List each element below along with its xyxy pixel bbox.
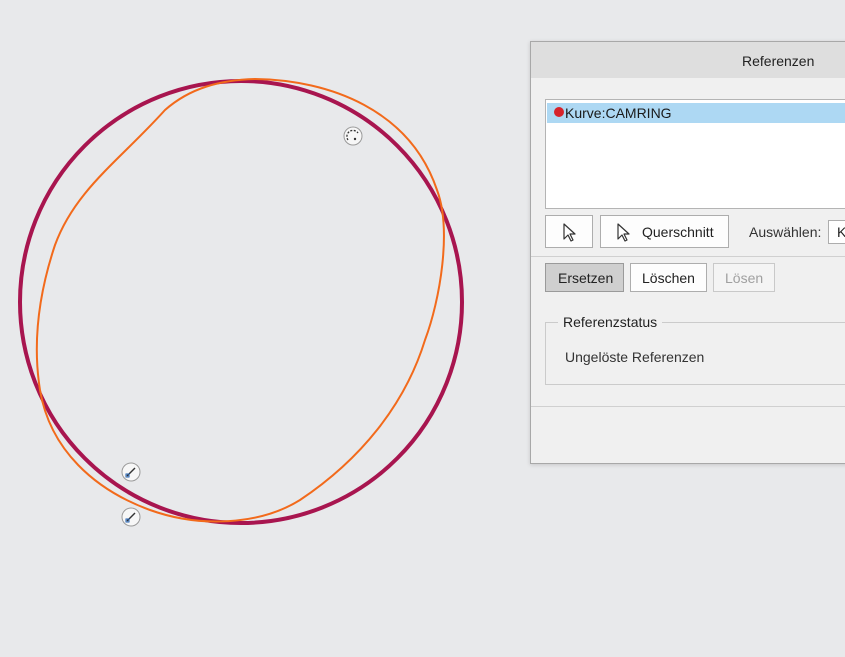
- dialog-title: Referenzen: [742, 53, 815, 69]
- reference-status-title: Referenzstatus: [558, 314, 663, 330]
- reference-status-text: Ungelöste Referenzen: [565, 349, 705, 365]
- reference-list[interactable]: Kurve:CAMRING: [545, 99, 845, 209]
- divider: [531, 406, 845, 407]
- divider: [531, 256, 845, 257]
- dimension-arc-icon[interactable]: [343, 126, 363, 146]
- handle-icon[interactable]: [121, 507, 141, 527]
- delete-button[interactable]: Löschen: [630, 263, 707, 292]
- reference-list-item[interactable]: Kurve:CAMRING: [547, 103, 845, 123]
- references-dialog: Referenzen Kurve:CAMRING Querschnitt Aus…: [530, 41, 845, 464]
- replace-button[interactable]: Ersetzen: [545, 263, 624, 292]
- reference-status-group: Referenzstatus Ungelöste Referenzen: [545, 314, 845, 385]
- delete-button-label: Löschen: [642, 269, 695, 286]
- reference-circle[interactable]: [18, 79, 464, 525]
- select-reference-button[interactable]: [545, 215, 593, 248]
- filter-label: Auswählen:: [749, 224, 822, 240]
- cam-profile-curve[interactable]: [35, 77, 445, 523]
- status-dot-icon: [554, 107, 564, 117]
- reference-label: Kurve:CAMRING: [565, 105, 672, 121]
- filter-value: K: [837, 224, 845, 240]
- resolve-button-label: Lösen: [725, 269, 764, 286]
- filter-dropdown[interactable]: K: [828, 220, 845, 244]
- replace-button-label: Ersetzen: [558, 269, 614, 286]
- handle-icon[interactable]: [121, 462, 141, 482]
- section-button-label: Querschnitt: [642, 223, 714, 240]
- resolve-button[interactable]: Lösen: [713, 263, 775, 292]
- cursor-arrow-icon: [563, 223, 576, 242]
- cursor-arrow-icon: [617, 223, 630, 242]
- dialog-title-bar[interactable]: Referenzen: [531, 42, 845, 78]
- section-button[interactable]: Querschnitt: [600, 215, 729, 248]
